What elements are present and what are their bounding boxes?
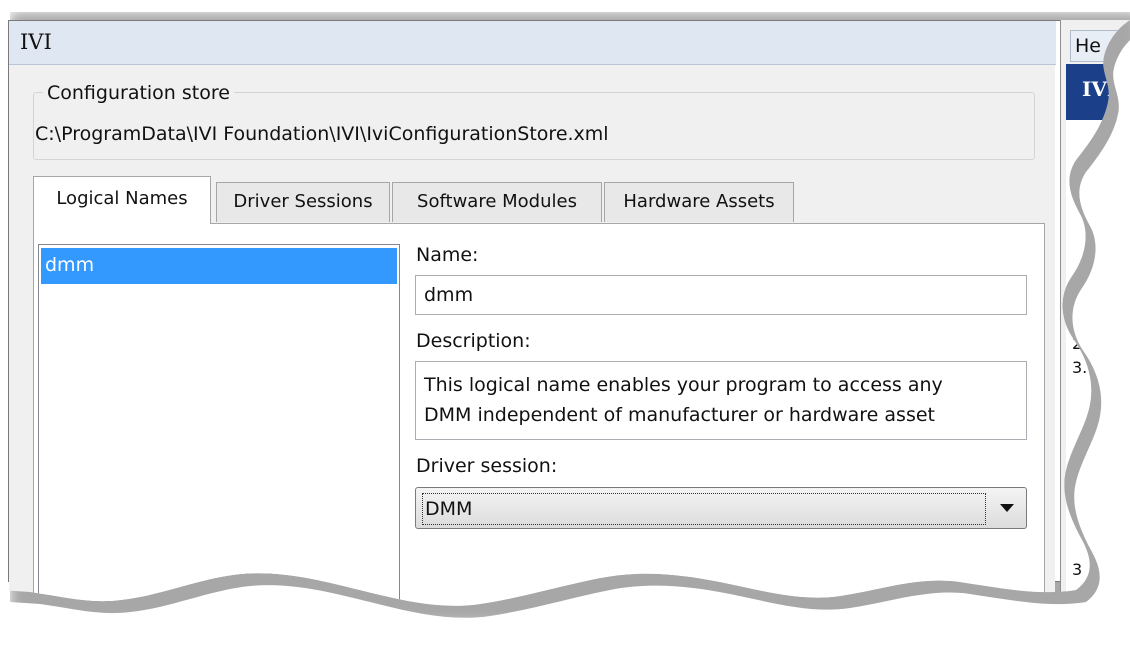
window-title: IVI bbox=[20, 30, 52, 54]
help-step-1: 1. bbox=[1072, 310, 1088, 329]
help-step-partial: 3 bbox=[1072, 560, 1083, 579]
title-bar bbox=[9, 21, 1056, 65]
driver-session-select[interactable]: DMM bbox=[415, 487, 1027, 529]
tab-hardware-assets[interactable]: Hardware Assets bbox=[604, 182, 794, 222]
configuration-store-legend: Configuration store bbox=[43, 82, 234, 104]
name-field[interactable]: dmm bbox=[415, 275, 1027, 315]
configuration-store-path: C:\ProgramData\IVI Foundation\IVI\IviCon… bbox=[35, 123, 609, 145]
description-field[interactable]: This logical name enables your program t… bbox=[415, 361, 1027, 440]
list-item[interactable]: dmm bbox=[41, 248, 397, 284]
tab-software-modules[interactable]: Software Modules bbox=[392, 182, 602, 222]
screenshot-clip: IVI Configuration store C:\ProgramData\I… bbox=[0, 0, 1130, 612]
tab-logical-names[interactable]: Logical Names bbox=[33, 176, 211, 224]
driver-session-value: DMM bbox=[422, 493, 986, 525]
tab-driver-sessions[interactable]: Driver Sessions bbox=[216, 182, 390, 222]
name-label: Name: bbox=[416, 244, 479, 266]
driver-session-label: Driver session: bbox=[416, 455, 558, 477]
description-label: Description: bbox=[416, 330, 531, 352]
help-header: IVI bbox=[1066, 64, 1130, 120]
chevron-down-icon[interactable] bbox=[1000, 504, 1014, 512]
